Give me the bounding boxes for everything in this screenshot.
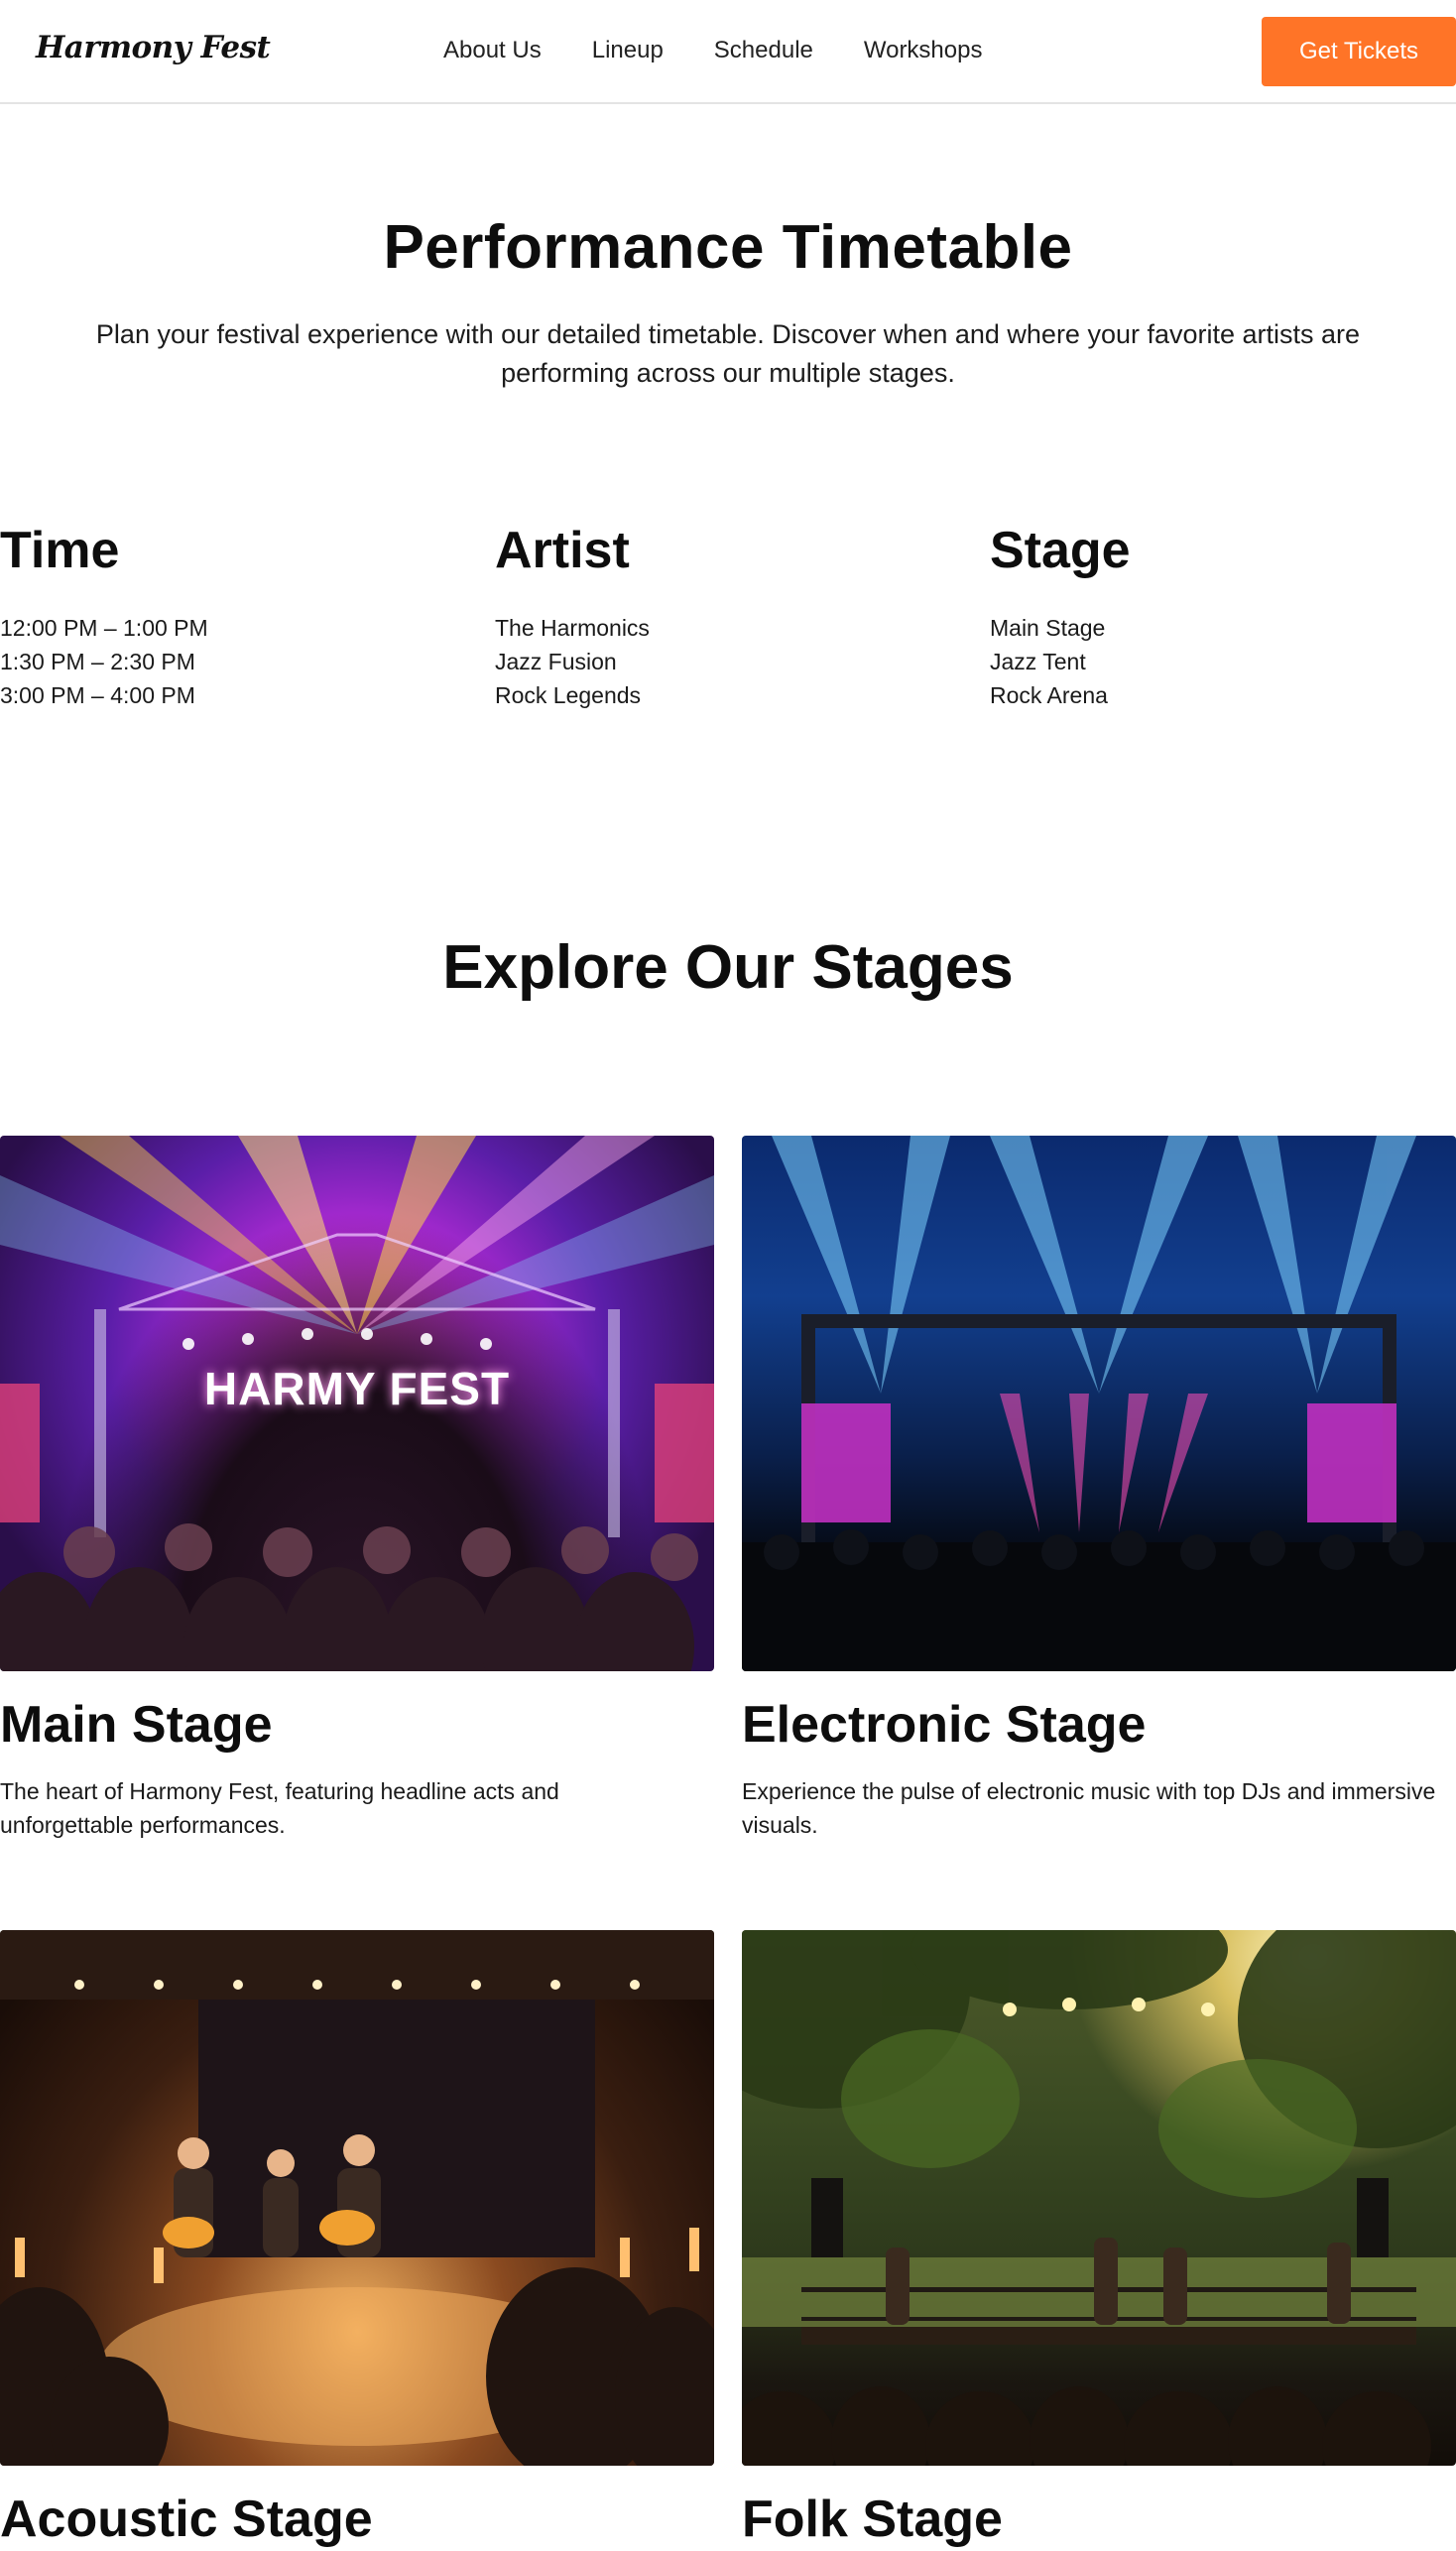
stage-card-folk[interactable]: Folk Stage	[742, 1930, 1456, 2551]
time-cell: 12:00 PM – 1:00 PM	[0, 615, 208, 641]
artist-cell: Jazz Fusion	[495, 649, 617, 674]
column-heading-stage: Stage	[990, 522, 1131, 579]
stage-card-description: Experience the pulse of electronic music…	[742, 1778, 1436, 1838]
nav-link-lineup[interactable]: Lineup	[592, 36, 664, 65]
stage-card-title: Folk Stage	[742, 2490, 1003, 2548]
artist-cell: Rock Legends	[495, 682, 642, 708]
timetable-description: Plan your festival experience with our d…	[95, 319, 1361, 388]
stage-cell: Rock Arena	[990, 682, 1108, 708]
stage-card-title: Electronic Stage	[742, 1696, 1147, 1754]
nav-link-schedule[interactable]: Schedule	[714, 36, 813, 65]
stage-card-acoustic[interactable]: Acoustic Stage	[0, 1930, 714, 2551]
time-cell: 3:00 PM – 4:00 PM	[0, 682, 195, 708]
main-nav: About Us Lineup Schedule Workshops	[443, 36, 1032, 65]
electronic-stage-illustration	[742, 1136, 1456, 1671]
site-header: Harmony Fest About Us Lineup Schedule Wo…	[0, 0, 1456, 104]
timetable-title: Performance Timetable	[383, 213, 1073, 282]
column-heading-time: Time	[0, 522, 120, 579]
folk-stage-image	[742, 1930, 1456, 2466]
stage-card-title: Main Stage	[0, 1696, 273, 1754]
stage-card-electronic[interactable]: Electronic Stage Experience the pulse of…	[742, 1136, 1456, 1842]
get-tickets-button[interactable]: Get Tickets	[1262, 17, 1456, 86]
timetable-column-artist: Artist The Harmonics Jazz Fusion Rock Le…	[495, 516, 971, 712]
stage-card-description: The heart of Harmony Fest, featuring hea…	[0, 1778, 559, 1838]
timetable-column-time: Time 12:00 PM – 1:00 PM 1:30 PM – 2:30 P…	[0, 516, 476, 712]
stage-card-main[interactable]: HARMY FEST Main Stage The heart of Harmo…	[0, 1136, 714, 1842]
nav-link-workshops[interactable]: Workshops	[864, 36, 983, 65]
column-heading-artist: Artist	[495, 522, 630, 579]
stage-cell: Main Stage	[990, 615, 1106, 641]
stages-section-title: Explore Our Stages	[442, 933, 1014, 1002]
folk-stage-illustration	[742, 1930, 1456, 2466]
time-cell: 1:30 PM – 2:30 PM	[0, 649, 195, 674]
site-logo[interactable]: Harmony Fest	[36, 30, 271, 65]
acoustic-stage-image	[0, 1930, 714, 2466]
artist-cell: The Harmonics	[495, 615, 650, 641]
electronic-stage-image	[742, 1136, 1456, 1671]
main-stage-image: HARMY FEST	[0, 1136, 714, 1671]
nav-link-about-us[interactable]: About Us	[443, 36, 542, 65]
main-stage-sign: HARMY FEST	[203, 1363, 511, 1414]
acoustic-stage-illustration	[0, 1930, 714, 2466]
stage-cell: Jazz Tent	[990, 649, 1086, 674]
stage-card-title: Acoustic Stage	[0, 2490, 373, 2548]
timetable-column-stage: Stage Main Stage Jazz Tent Rock Arena	[990, 516, 1456, 712]
